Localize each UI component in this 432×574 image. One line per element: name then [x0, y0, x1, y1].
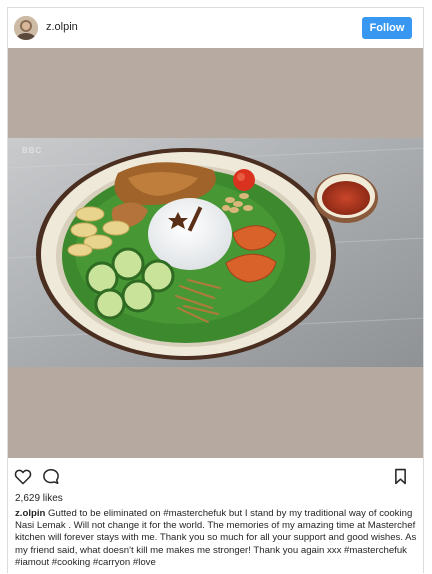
post-media[interactable]: BBC [8, 48, 423, 458]
follow-button[interactable]: Follow [362, 17, 412, 39]
bookmark-icon[interactable] [394, 468, 407, 490]
heart-icon[interactable] [14, 468, 32, 490]
media-top-band [8, 48, 423, 138]
caption-text: Gutted to be eliminated on #masterchefuk… [15, 508, 420, 568]
food-photo: BBC [8, 138, 423, 367]
avatar[interactable] [14, 16, 38, 40]
post-header: z.olpin Follow [8, 8, 423, 48]
post-card: z.olpin Follow BBC 2,629 likes z.olpin G… [7, 7, 424, 573]
username[interactable]: z.olpin [46, 21, 78, 33]
action-bar [8, 462, 423, 490]
media-bottom-band [8, 367, 423, 458]
comment-bubble-icon[interactable] [42, 468, 60, 490]
bbc-watermark: BBC [22, 146, 42, 155]
post-caption: z.olpin Gutted to be eliminated on #mast… [15, 508, 419, 569]
likes-count[interactable]: 2,629 likes [15, 493, 63, 504]
caption-username[interactable]: z.olpin [15, 508, 45, 519]
